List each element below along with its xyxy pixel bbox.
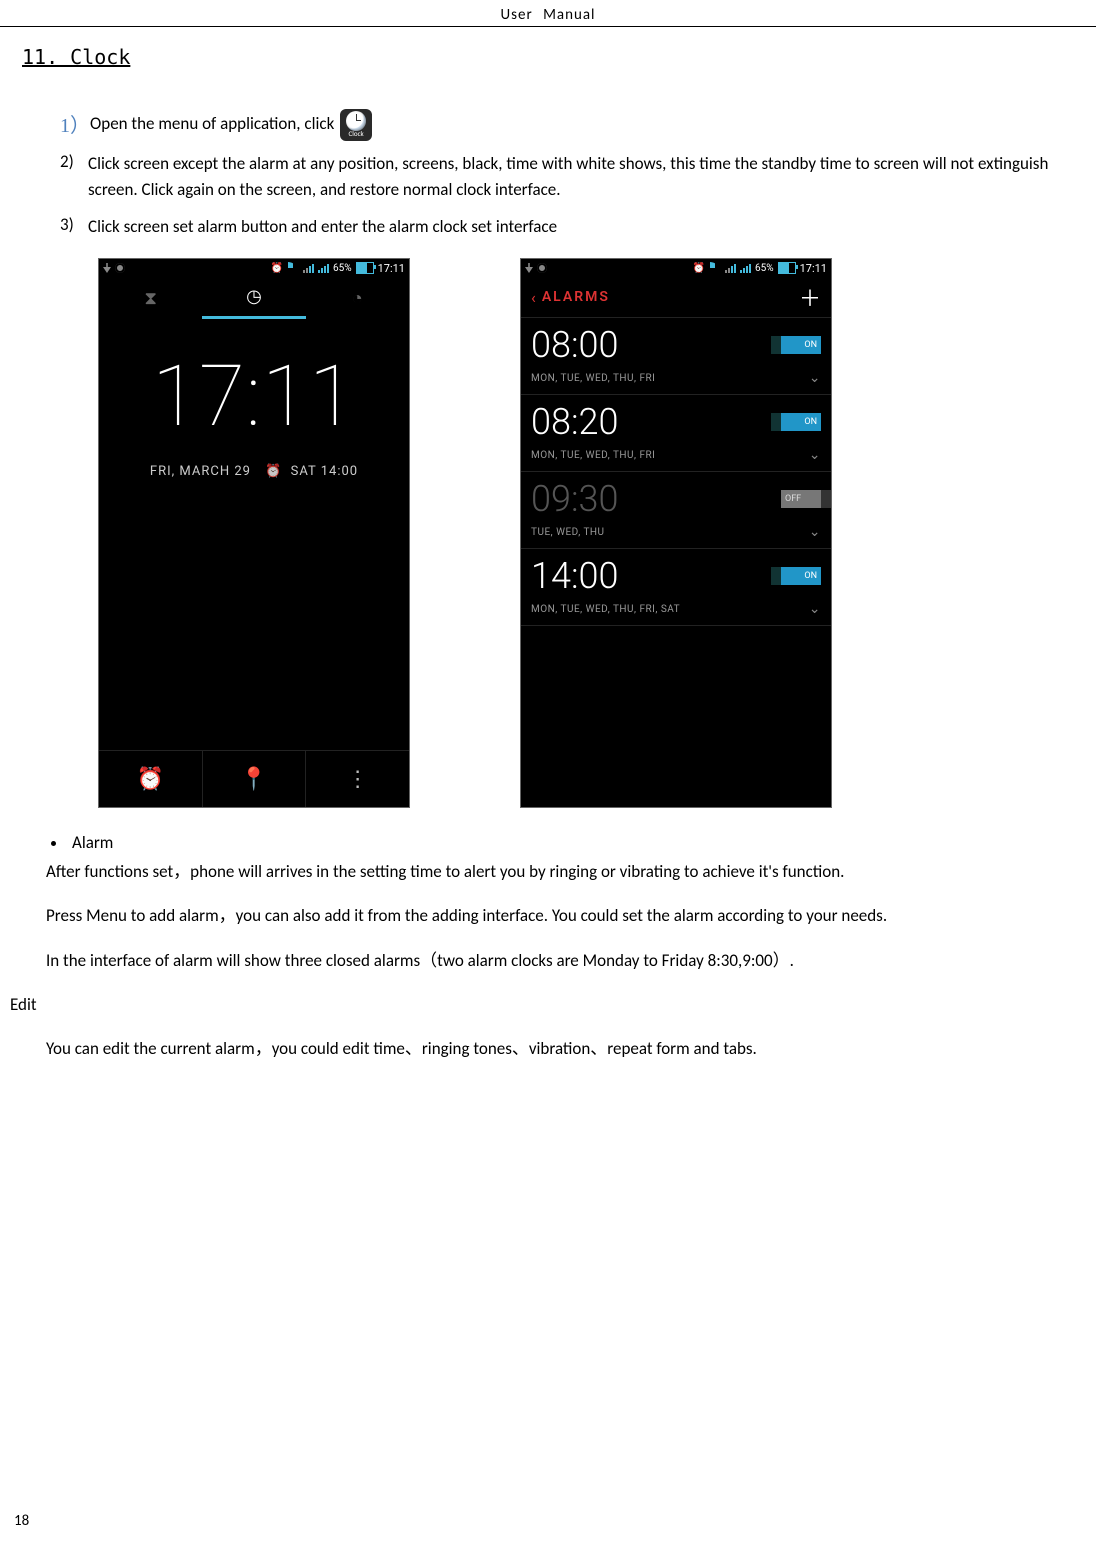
chevron-down-icon[interactable]: ⌄ bbox=[809, 370, 821, 386]
bullet-list: Alarm bbox=[68, 832, 1086, 853]
battery-pct: 65% bbox=[755, 263, 774, 274]
para-4: You can edit the current alarm，you could… bbox=[46, 1036, 1086, 1062]
debug-icon bbox=[537, 263, 547, 273]
clock-date: FRI, MARCH 29 bbox=[150, 464, 251, 479]
clock-app-icon: Clock bbox=[340, 109, 372, 141]
alarm-item[interactable]: 08:20 ON MON, TUE, WED, THU, FRI ⌄ bbox=[521, 395, 831, 472]
step-3-text: Click screen set alarm button and enter … bbox=[88, 214, 1086, 240]
chevron-down-icon[interactable]: ⌄ bbox=[809, 601, 821, 617]
page-header: User Manual bbox=[0, 0, 1096, 27]
alarms-button[interactable]: ⏰ bbox=[99, 751, 203, 807]
alarm-hour: 08: bbox=[531, 324, 579, 366]
alarm-min: 00 bbox=[579, 324, 619, 366]
alarm-toggle[interactable]: ON bbox=[781, 413, 821, 431]
steps-list: 1） Open the menu of application, click C… bbox=[60, 109, 1086, 240]
wifi-icon bbox=[288, 262, 298, 274]
step-3: 3) Click screen set alarm button and ent… bbox=[60, 214, 1086, 240]
alarm-min: 30 bbox=[579, 478, 619, 520]
step-3-num: 3) bbox=[60, 214, 88, 235]
add-alarm-button[interactable]: ＋ bbox=[799, 281, 821, 313]
section-heading: 11. Clock bbox=[22, 45, 1096, 69]
battery-pct: 65% bbox=[333, 263, 352, 274]
signal-icon bbox=[725, 263, 736, 273]
status-time: 17:11 bbox=[800, 262, 827, 275]
alarms-header: ‹ ALARMS ＋ bbox=[521, 277, 831, 318]
battery-icon bbox=[778, 262, 796, 274]
screenshot-alarms-list: ⏰ 65% 17:11 ‹ ALARMS ＋ 08:00 ON bbox=[520, 258, 832, 808]
para-3: In the interface of alarm will show thre… bbox=[46, 948, 1086, 974]
alarms-title: ALARMS bbox=[542, 289, 610, 305]
debug-icon bbox=[115, 263, 125, 273]
step-2-text: Click screen except the alarm at any pos… bbox=[88, 151, 1086, 204]
next-alarm-time: SAT 14:00 bbox=[291, 464, 358, 479]
status-bar: ⏰ 65% 17:11 bbox=[99, 259, 409, 277]
usb-icon bbox=[525, 263, 533, 273]
alarm-min: 00 bbox=[579, 555, 619, 597]
step-1-num: 1） bbox=[60, 109, 90, 138]
overflow-menu-button[interactable]: ⋮ bbox=[306, 751, 409, 807]
bullet-alarm: Alarm bbox=[68, 832, 1086, 853]
step-1: 1） Open the menu of application, click C… bbox=[60, 109, 1086, 141]
alarm-item[interactable]: 08:00 ON MON, TUE, WED, THU, FRI ⌄ bbox=[521, 318, 831, 395]
tab-stopwatch[interactable]: ◔ bbox=[306, 277, 409, 319]
para-2: Press Menu to add alarm，you can also add… bbox=[46, 903, 1086, 929]
alarm-days: MON, TUE, WED, THU, FRI bbox=[531, 373, 655, 384]
chevron-down-icon[interactable]: ⌄ bbox=[809, 447, 821, 463]
tab-timer[interactable]: ⧗ bbox=[99, 277, 202, 319]
alarm-status-icon: ⏰ bbox=[693, 263, 705, 274]
tab-clock[interactable]: ◷ bbox=[202, 277, 305, 319]
alarm-item[interactable]: 14:00 ON MON, TUE, WED, THU, FRI, SAT ⌄ bbox=[521, 549, 831, 626]
alarm-days: MON, TUE, WED, THU, FRI bbox=[531, 450, 655, 461]
alarm-min: 20 bbox=[579, 401, 619, 443]
alarm-item[interactable]: 09:30 OFF TUE, WED, THU ⌄ bbox=[521, 472, 831, 549]
alarm-hour: 09: bbox=[531, 478, 579, 520]
para-1: After functions set，phone will arrives i… bbox=[46, 859, 1086, 885]
usb-icon bbox=[103, 263, 111, 273]
alarm-hour: 08: bbox=[531, 401, 579, 443]
status-bar: ⏰ 65% 17:11 bbox=[521, 259, 831, 277]
signal-icon-2 bbox=[318, 263, 329, 273]
alarm-days: TUE, WED, THU bbox=[531, 527, 605, 538]
signal-icon bbox=[303, 263, 314, 273]
screenshot-clock-main: ⏰ 65% 17:11 ⧗ ◷ ◔ 17:11 FRI, MARCH 29 bbox=[98, 258, 410, 808]
step-2: 2) Click screen except the alarm at any … bbox=[60, 151, 1086, 204]
edit-label: Edit bbox=[10, 992, 1086, 1018]
world-clock-button[interactable]: 📍 bbox=[203, 751, 307, 807]
next-alarm-icon: ⏰ bbox=[265, 464, 282, 479]
chevron-down-icon[interactable]: ⌄ bbox=[809, 524, 821, 540]
status-time: 17:11 bbox=[378, 262, 405, 275]
battery-icon bbox=[356, 262, 374, 274]
wifi-icon bbox=[710, 262, 720, 274]
alarm-toggle[interactable]: ON bbox=[781, 567, 821, 585]
alarm-days: MON, TUE, WED, THU, FRI, SAT bbox=[531, 604, 680, 615]
alarm-hour: 14: bbox=[531, 555, 579, 597]
page-number: 18 bbox=[14, 1512, 29, 1530]
alarm-toggle[interactable]: OFF bbox=[781, 490, 821, 508]
step-1-text: Open the menu of application, click bbox=[90, 113, 334, 134]
step-2-num: 2) bbox=[60, 151, 88, 172]
clock-app-icon-label: Clock bbox=[340, 129, 372, 140]
clock-time: 17:11 bbox=[99, 347, 409, 446]
signal-icon-2 bbox=[740, 263, 751, 273]
alarm-toggle[interactable]: ON bbox=[781, 336, 821, 354]
back-button[interactable]: ‹ bbox=[531, 288, 536, 307]
clock-tabs: ⧗ ◷ ◔ bbox=[99, 277, 409, 321]
alarm-status-icon: ⏰ bbox=[271, 263, 283, 274]
